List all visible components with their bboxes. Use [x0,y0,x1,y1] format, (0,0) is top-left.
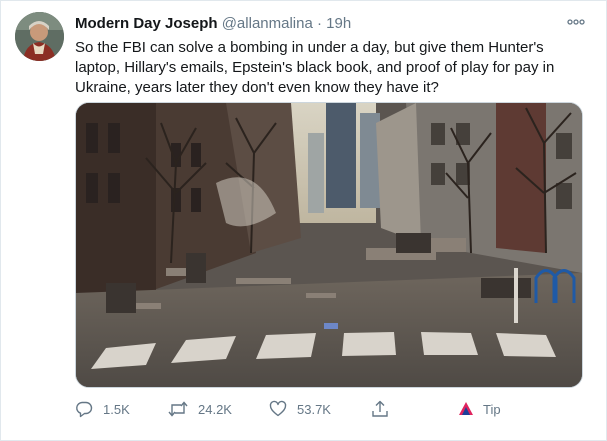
reply-button[interactable]: 1.5K [75,398,130,420]
heart-icon [269,400,287,418]
separator-dot: · [316,15,322,32]
reply-count: 1.5K [103,401,130,417]
tweet-text: So the FBI can solve a bombing in under … [75,39,555,96]
more-horizontal-icon[interactable] [565,12,587,32]
tip-button[interactable]: Tip [458,398,501,420]
tip-label: Tip [483,401,501,417]
street-destruction-photo [76,103,582,387]
retweet-icon [168,400,188,418]
reply-icon [75,400,93,418]
tweet-card[interactable]: Modern Day Joseph @allanmalina · 19h So … [0,0,607,441]
avatar-image [15,12,64,61]
divider [0,0,607,1]
handle[interactable]: @allanmalina [222,15,313,32]
tweet-photo[interactable] [75,102,583,388]
share-icon [371,400,389,418]
avatar[interactable] [15,12,64,61]
tweet-actions: 1.5K 24.2K 53.7K Tip [75,398,583,420]
divider [0,0,1,441]
display-name[interactable]: Modern Day Joseph [75,15,218,32]
retweet-count: 24.2K [198,401,232,417]
like-count: 53.7K [297,401,331,417]
share-button[interactable] [371,398,389,420]
like-button[interactable]: 53.7K [269,398,331,420]
tip-icon [458,401,474,417]
timestamp[interactable]: 19h [326,15,351,32]
retweet-button[interactable]: 24.2K [168,398,232,420]
tweet-header: Modern Day Joseph @allanmalina · 19h [75,14,351,34]
